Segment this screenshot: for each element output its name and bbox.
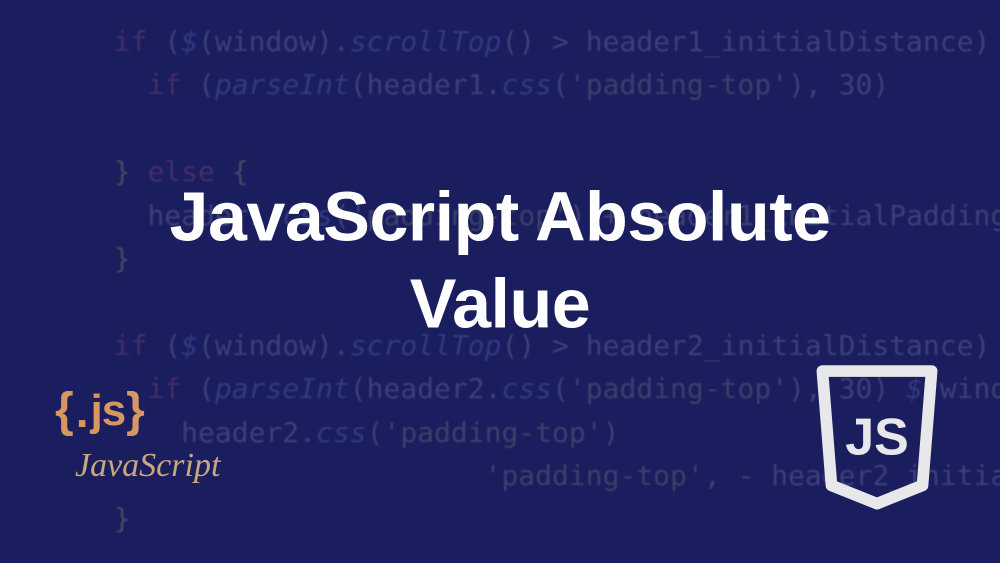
brace-left: { bbox=[55, 383, 74, 438]
js-curly-logo: { . js } bbox=[55, 383, 145, 438]
title-line-1: JavaScript Absolute bbox=[170, 177, 831, 255]
page-title: JavaScript Absolute Value bbox=[50, 173, 950, 348]
logo-dot: . bbox=[76, 384, 89, 438]
shield-text: JS bbox=[845, 408, 909, 466]
title-line-2: Value bbox=[410, 265, 590, 343]
js-shield-icon: JS bbox=[812, 363, 942, 513]
logo-text: js bbox=[90, 386, 125, 436]
article-banner: if ($(window).scrollTop() > header1_init… bbox=[0, 0, 1000, 563]
javascript-word: JavaScript bbox=[75, 447, 220, 485]
brace-right: } bbox=[126, 383, 145, 438]
